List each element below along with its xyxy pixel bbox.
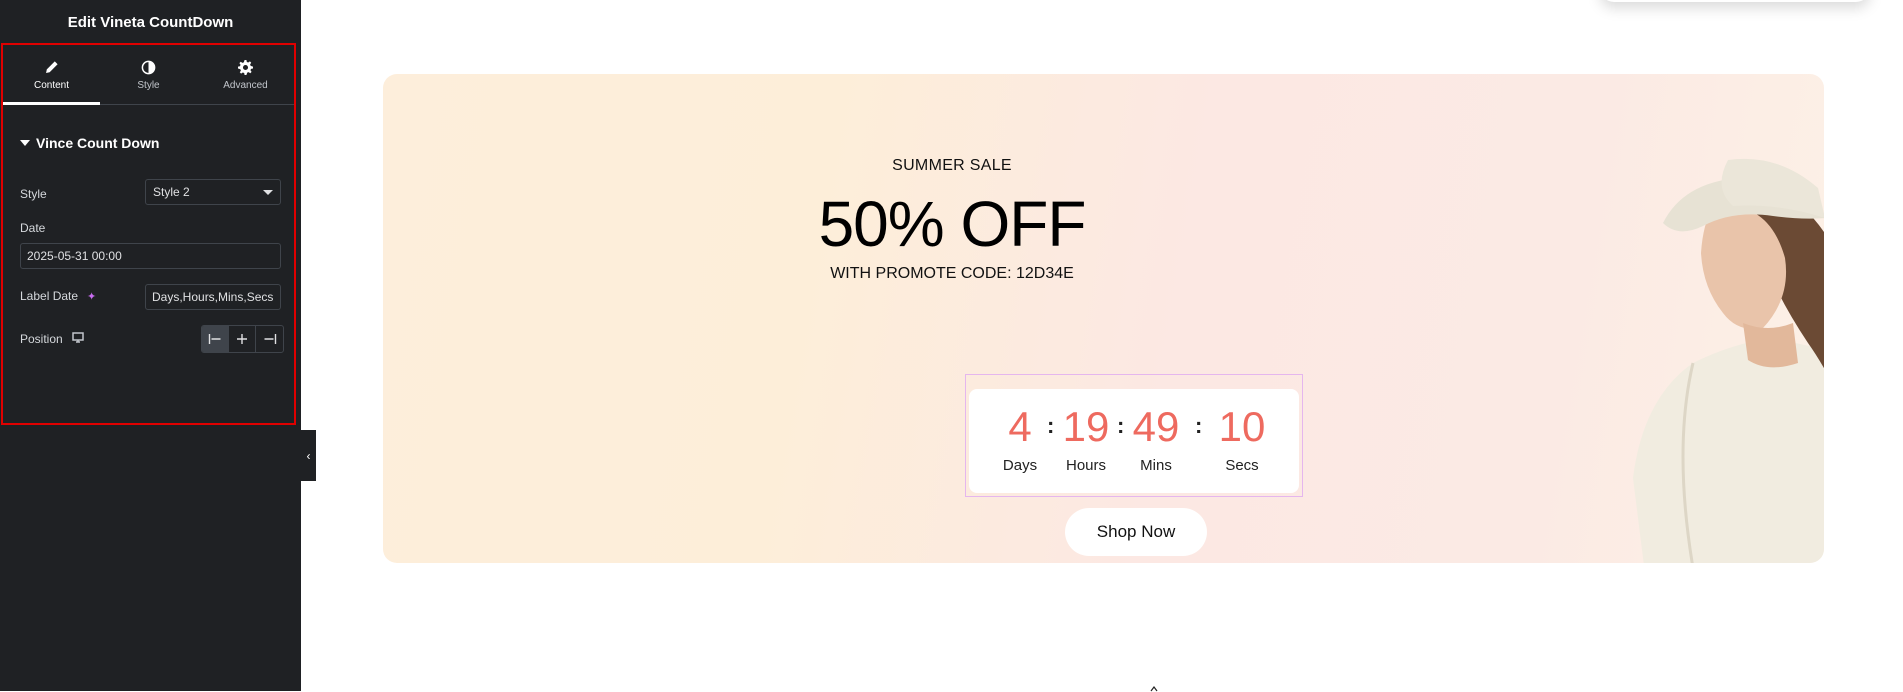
countdown-hours-value: 19: [1062, 403, 1110, 450]
sale-banner: SUMMER SALE 50% OFF WITH PROMOTE CODE: 1…: [383, 74, 1824, 563]
countdown-hours: 19 Hours: [1051, 403, 1121, 474]
banner-promo-code: WITH PROMOTE CODE: 12D34E: [830, 265, 1074, 282]
shop-now-button[interactable]: Shop Now: [1065, 508, 1207, 556]
countdown-days-value: 4: [1008, 403, 1032, 450]
page-edge-mark: [1150, 686, 1158, 692]
panel-title: Edit Vineta CountDown: [67, 13, 234, 31]
countdown-hours-label: Hours: [1065, 457, 1106, 474]
banner-headline: 50% OFF: [818, 188, 1087, 260]
countdown-days: 4 Days: [985, 403, 1055, 474]
banner-eyebrow: SUMMER SALE: [892, 157, 1012, 174]
model-photo: [1633, 158, 1824, 563]
content-highlight-box: [1, 43, 296, 425]
countdown-mins: 49 Mins: [1121, 403, 1191, 474]
collapse-panel-button[interactable]: ‹: [301, 430, 316, 481]
countdown-timer[interactable]: 4 Days : 19 Hours : 49 Mins : 10 Secs: [969, 389, 1299, 493]
countdown-mins-label: Mins: [1140, 457, 1172, 474]
countdown-secs: 10 Secs: [1207, 403, 1277, 474]
floating-toolbar-edge: [1600, 0, 1870, 2]
countdown-separator: :: [1195, 413, 1203, 438]
countdown-days-label: Days: [1002, 457, 1038, 474]
editor-panel: Edit Vineta CountDown Content Style Adva…: [0, 0, 301, 691]
countdown-mins-value: 49: [1132, 403, 1180, 450]
countdown-secs-value: 10: [1218, 403, 1266, 450]
chevron-left-icon: ‹: [306, 448, 311, 463]
countdown-secs-label: Secs: [1225, 457, 1259, 474]
